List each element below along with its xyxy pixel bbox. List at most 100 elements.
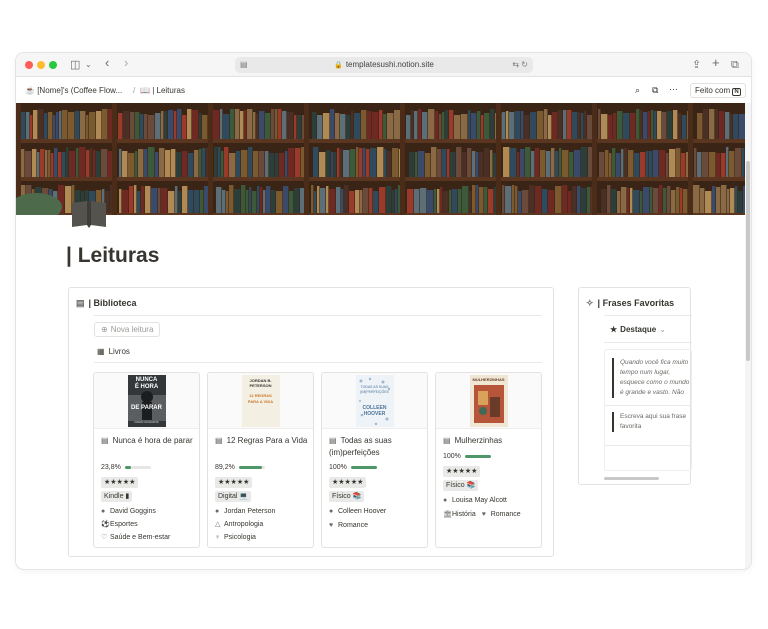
translate-reload-icon[interactable]: ⇆ ↻	[512, 57, 528, 73]
heart-icon: ♡	[101, 534, 108, 541]
book-cover-todas-as-suas: TODAS AS SUAS (IM)PERFEIÇÕES COLLEEN HOO…	[355, 375, 394, 427]
divider	[605, 445, 691, 446]
genre-property: ♀ Psicologia	[215, 533, 256, 543]
breadcrumb-page-label: | Leituras	[152, 86, 185, 95]
genre-tag: Romance	[338, 522, 368, 529]
back-arrow-icon[interactable]: ‹	[105, 55, 109, 71]
person-icon: ●	[443, 497, 448, 504]
heart-icon: ♥	[481, 511, 486, 518]
horizontal-scrollbar[interactable]	[604, 477, 659, 480]
biblioteca-title: | Biblioteca	[88, 298, 137, 308]
url-text: templatesushi.notion.site	[345, 60, 434, 69]
progress-fill	[464, 454, 491, 458]
notion-topbar: ☕ [Nome]'s (Coffee Flow... / 📖 | Leitura…	[16, 80, 751, 102]
divider	[94, 315, 542, 316]
filter-destaque[interactable]: ★ Destaque ⌄	[610, 325, 666, 334]
page-cover-image[interactable]	[16, 103, 745, 215]
genre-tag: Romance	[490, 511, 521, 518]
chevron-down-icon[interactable]: ⌄	[85, 57, 92, 73]
rating-badge: ★★★★★	[443, 466, 481, 477]
author-property: ● Colleen Hoover	[329, 507, 386, 517]
scrollbar-thumb[interactable]	[746, 161, 750, 361]
cover-author: DAVID GOGGINS	[134, 420, 159, 424]
genre-tag: Antropologia	[224, 521, 264, 528]
coffee-icon: ☕	[25, 86, 35, 95]
page-scrollbar[interactable]	[745, 103, 751, 569]
book-title[interactable]: ▤ Mulherzinhas	[443, 435, 537, 447]
new-tab-icon[interactable]: +	[712, 55, 720, 71]
book-card[interactable]: NUNCA É HORA DE PARAR DAVID GOGGINS ▤ Nun…	[93, 372, 200, 548]
biblioteca-panel: ▤ | Biblioteca ⊕ Nova leitura ▦ Livros NUNC…	[68, 287, 554, 557]
tabs-overview-icon[interactable]: ⧉	[731, 57, 739, 73]
genre-property: △ Antropologia	[215, 520, 263, 530]
book-title[interactable]: ▤ Todas as suas (im)perfeições	[329, 435, 423, 459]
book-title[interactable]: ▤ Nunca é hora de parar	[101, 435, 195, 447]
open-book-icon[interactable]	[70, 199, 108, 229]
share-icon[interactable]: ⇪	[692, 57, 701, 73]
sports-icon: ⚽	[101, 521, 110, 528]
breadcrumb-separator: /	[133, 86, 136, 95]
page-title[interactable]: | Leituras	[66, 244, 159, 268]
progress-label: 23,8%	[101, 464, 121, 471]
genre-property: 🏛História ♥ Romance	[443, 510, 521, 520]
page-settings-icon[interactable]: ▤	[240, 57, 248, 73]
cover-title-line: TODAS AS SUAS (IM)PERFEIÇÕES	[360, 385, 389, 394]
book-cover-12-regras: JORDAN B. PETERSON 12 REGRAS PARA A VIDA	[241, 375, 280, 427]
cover-title-line: É HORA	[134, 384, 159, 390]
brain-icon: ♀	[215, 534, 221, 541]
progress-bar	[464, 454, 491, 458]
browser-window: ◫ ⌄ ‹ › ▤ 🔒 templatesushi.notion.site ⇆ ↻…	[16, 53, 751, 569]
breadcrumb-page[interactable]: 📖 | Leituras	[140, 86, 185, 95]
filter-label: Destaque	[620, 325, 657, 334]
cover-title-line: NUNCA	[135, 377, 158, 383]
book-title[interactable]: ▤ 12 Regras Para a Vida	[215, 435, 309, 447]
tab-livros-label: Livros	[108, 347, 130, 356]
divider	[94, 362, 542, 363]
reading-progress: 23,8%	[101, 464, 151, 471]
page-doc-icon: ▤	[329, 436, 337, 445]
book-card[interactable]: TODAS AS SUAS (IM)PERFEIÇÕES COLLEEN HOO…	[321, 372, 428, 548]
close-window-button[interactable]	[25, 61, 33, 69]
triangle-icon: △	[215, 521, 221, 528]
quote-gallery: Quando você fica muito tempo num lugar, …	[604, 349, 692, 471]
museum-icon: 🏛	[443, 511, 452, 518]
author-name: David Goggins	[110, 508, 156, 515]
quote-card[interactable]: Escreva aqui sua frase favorita	[612, 412, 691, 432]
cover-title-line: 12 REGRAS PARA A VIDA	[247, 393, 274, 404]
cover-title-line: DE PARAR	[131, 405, 162, 411]
book-card-cover: TODAS AS SUAS (IM)PERFEIÇÕES COLLEEN HOO…	[322, 373, 427, 429]
book-title-text: Todas as suas (im)perfeições	[329, 436, 392, 457]
zoom-window-button[interactable]	[49, 61, 57, 69]
forward-arrow-icon[interactable]: ›	[124, 55, 128, 71]
rating-badge: ★★★★★	[329, 477, 367, 488]
address-bar[interactable]: ▤ 🔒 templatesushi.notion.site ⇆ ↻	[235, 57, 533, 73]
progress-bar	[238, 465, 265, 469]
page-doc-icon: ▤	[215, 436, 223, 445]
book-card[interactable]: MULHERZINHAS ▤ Mulherzinhas 100% ★★★★★ Fí…	[435, 372, 542, 548]
copy-link-icon[interactable]: ⧉	[652, 85, 658, 96]
reading-progress: 100%	[329, 464, 377, 471]
sparkles-icon: ✧	[586, 298, 594, 308]
progress-bar	[124, 465, 151, 469]
sidebar-toggle-icon[interactable]: ◫	[70, 57, 80, 73]
book-title-text: 12 Regras Para a Vida	[226, 436, 308, 445]
frases-header: ✧ | Frases Favoritas	[586, 298, 674, 309]
book-cover-mulherzinhas: MULHERZINHAS	[469, 375, 508, 427]
minimize-window-button[interactable]	[37, 61, 45, 69]
more-options-icon[interactable]: ···	[669, 84, 678, 94]
progress-label: 100%	[443, 453, 461, 460]
new-reading-button[interactable]: ⊕ Nova leitura	[94, 322, 161, 337]
book-card-cover: NUNCA É HORA DE PARAR DAVID GOGGINS	[94, 373, 199, 429]
quote-card[interactable]: Quando você fica muito tempo num lugar, …	[612, 358, 691, 398]
search-icon[interactable]: ⌕	[635, 85, 640, 96]
format-tag: Kindle ▮	[101, 491, 133, 502]
book-card[interactable]: JORDAN B. PETERSON 12 REGRAS PARA A VIDA…	[207, 372, 314, 548]
rating-badge: ★★★★★	[101, 477, 139, 488]
made-with-notion-button[interactable]: Feito com N	[690, 83, 746, 98]
divider	[605, 405, 691, 406]
book-title-text: Mulherzinhas	[454, 436, 503, 445]
progress-bar	[350, 465, 377, 469]
tab-livros[interactable]: ▦ Livros	[97, 347, 130, 356]
gallery-grid-icon: ▦	[97, 347, 105, 356]
breadcrumb-workspace[interactable]: ☕ [Nome]'s (Coffee Flow...	[25, 86, 122, 95]
